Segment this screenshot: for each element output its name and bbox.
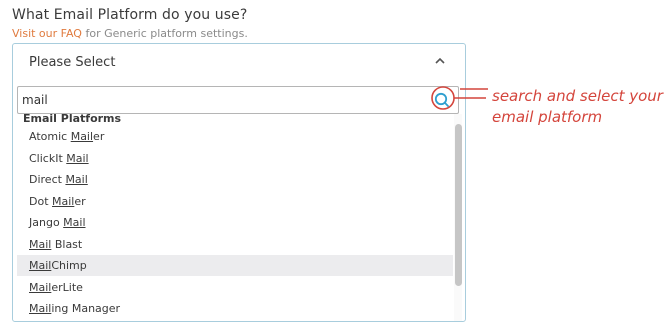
option-text: Dot: [29, 194, 53, 208]
help-text-rest: for Generic platform settings.: [81, 27, 248, 40]
dropdown-option[interactable]: Atomic Mailer: [17, 126, 453, 147]
chevron-up-icon[interactable]: [435, 57, 445, 65]
options-list: Email Platforms Atomic Mailer ClickIt Mai…: [17, 114, 453, 321]
dropdown-selected-value: Please Select: [29, 55, 116, 70]
dropdown-option[interactable]: Jango Mail: [17, 212, 453, 233]
annotation-note: search and select your email platform: [492, 86, 663, 128]
option-text: ing Manager: [51, 302, 121, 315]
dropdown-option[interactable]: Mail Blast: [17, 234, 453, 255]
option-text: er: [74, 194, 86, 208]
dropdown-option[interactable]: Mailing Manager: [17, 298, 453, 319]
option-match: Mail: [66, 151, 89, 165]
option-text: Blast: [51, 237, 83, 251]
option-text: Chimp: [51, 259, 87, 272]
option-match: Mail: [63, 216, 86, 229]
help-text: Visit our FAQ for Generic platform setti…: [12, 27, 248, 40]
option-text: Atomic: [29, 130, 71, 143]
annotation-line-2: email platform: [492, 108, 603, 126]
dropdown-option[interactable]: MailerLite: [17, 277, 453, 298]
dropdown-option[interactable]: Dot Mailer: [17, 191, 453, 212]
dropdown-option[interactable]: MailChimp: [17, 255, 453, 276]
option-text: Direct: [29, 173, 66, 186]
option-match: Mail: [29, 259, 52, 272]
annotation-circle: [431, 86, 486, 110]
dropdown-option[interactable]: ClickIt Mail: [17, 148, 453, 169]
search-box: [17, 86, 459, 114]
field-question: What Email Platform do you use?: [12, 7, 248, 23]
option-text: erLite: [51, 280, 83, 294]
option-text: ClickIt: [29, 151, 67, 165]
faq-link[interactable]: Visit our FAQ: [12, 27, 82, 40]
option-match: Mail: [65, 173, 88, 186]
option-match: Mail: [70, 130, 94, 143]
dropdown-option[interactable]: Direct Mail: [17, 169, 453, 190]
option-match: Mail: [29, 302, 52, 315]
dropdown-selected-row[interactable]: Please Select: [13, 44, 465, 82]
options-group-label: Email Platforms: [23, 114, 122, 125]
email-platform-dropdown[interactable]: Please Select Email Platforms Atomic Mai…: [12, 43, 466, 322]
option-text: er: [93, 130, 105, 143]
scrollbar-thumb[interactable]: [455, 124, 462, 286]
option-match: Mail: [29, 280, 52, 294]
option-match: Mail: [52, 194, 75, 208]
annotation-line-1: search and select your: [492, 87, 663, 105]
option-match: Mail: [29, 237, 52, 251]
option-text: Jango: [29, 216, 64, 229]
search-input[interactable]: [18, 87, 418, 113]
